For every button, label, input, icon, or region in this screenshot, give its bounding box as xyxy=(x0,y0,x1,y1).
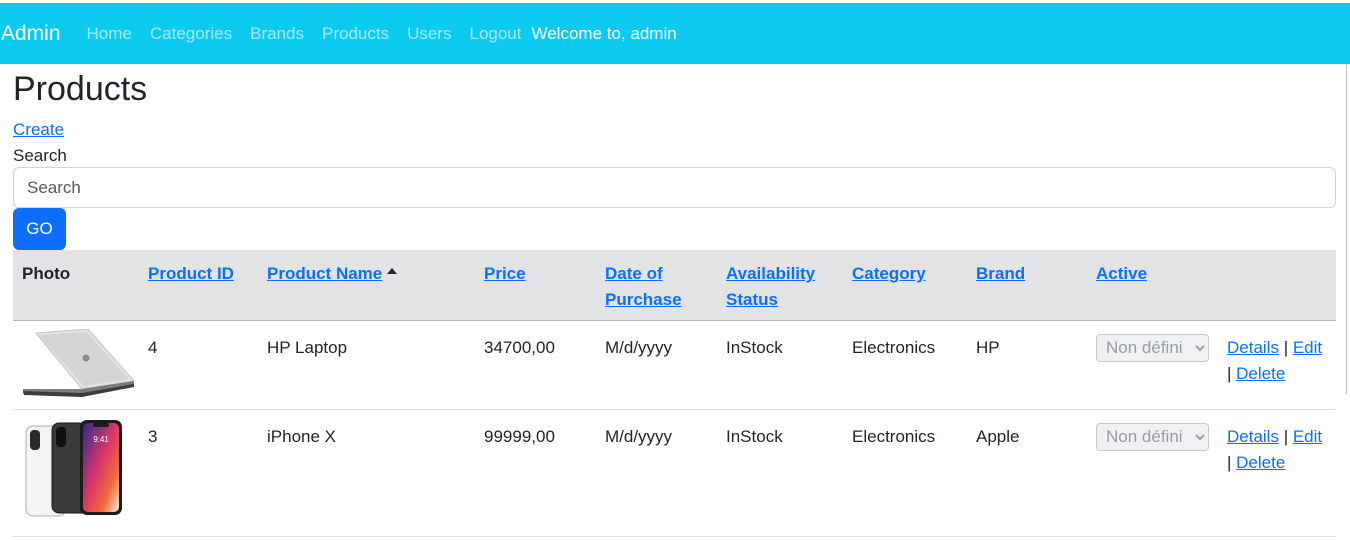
iphone-x-photo: 9:41 xyxy=(25,419,122,516)
welcome-text: Welcome to, admin xyxy=(531,23,677,43)
nav-link-categories[interactable]: Categories xyxy=(150,24,232,44)
actions-cell: Details | Edit | Delete xyxy=(1227,337,1323,383)
date-cell: M/d/yyyy xyxy=(605,337,673,357)
brand-cell: HP xyxy=(976,337,1000,357)
category-cell: Electronics xyxy=(852,337,936,357)
edit-link[interactable]: Edit xyxy=(1293,427,1322,446)
top-navbar: Admin Home Categories Brands Products Us… xyxy=(0,3,1350,64)
delete-link[interactable]: Delete xyxy=(1236,364,1285,383)
price-cell: 99999,00 xyxy=(484,426,555,446)
col-header-active[interactable]: Active xyxy=(1096,264,1147,283)
availability-cell: InStock xyxy=(726,426,783,446)
go-button[interactable]: GO xyxy=(13,208,66,250)
nav-link-brands[interactable]: Brands xyxy=(250,24,304,44)
col-header-date-of-purchase[interactable]: Date of Purchase xyxy=(605,264,682,309)
table-row: 4 HP Laptop 34700,00 M/d/yyyy InStock El… xyxy=(13,320,1336,409)
nav-link-logout[interactable]: Logout xyxy=(469,24,521,44)
search-input[interactable] xyxy=(13,167,1336,208)
actions-cell: Details | Edit | Delete xyxy=(1227,426,1323,472)
table-row: 9:41 3 iPhone X 99999,00 M/d/yyyy InStoc… xyxy=(13,409,1336,536)
details-link[interactable]: Details xyxy=(1227,427,1279,446)
category-cell: Electronics xyxy=(852,426,936,446)
availability-cell: InStock xyxy=(726,337,783,357)
delete-link[interactable]: Delete xyxy=(1236,453,1285,472)
col-header-product-name[interactable]: Product Name xyxy=(267,264,382,283)
active-select[interactable]: Non défini xyxy=(1096,422,1209,451)
create-link[interactable]: Create xyxy=(13,120,64,140)
products-table: Photo Product ID Product Name Price Date… xyxy=(13,250,1336,537)
brand-link[interactable]: Admin xyxy=(1,22,61,46)
product-name-cell: iPhone X xyxy=(267,426,336,446)
svg-text:9:41: 9:41 xyxy=(93,435,109,444)
col-header-actions xyxy=(1218,250,1336,320)
nav-link-users[interactable]: Users xyxy=(407,24,451,44)
hp-laptop-photo xyxy=(23,327,135,397)
sort-ascending-icon xyxy=(387,267,398,274)
col-header-product-id[interactable]: Product ID xyxy=(148,264,234,283)
details-link[interactable]: Details xyxy=(1227,338,1279,357)
table-header-row: Photo Product ID Product Name Price Date… xyxy=(13,250,1336,320)
edit-link[interactable]: Edit xyxy=(1293,338,1322,357)
active-select[interactable]: Non défini xyxy=(1096,333,1209,362)
price-cell: 34700,00 xyxy=(484,337,555,357)
nav-link-home[interactable]: Home xyxy=(87,24,132,44)
product-id-cell: 3 xyxy=(148,426,158,446)
product-name-cell: HP Laptop xyxy=(267,337,348,357)
col-header-availability-status[interactable]: Availability Status xyxy=(726,264,815,309)
search-label: Search xyxy=(13,146,67,165)
col-header-price[interactable]: Price xyxy=(484,264,526,283)
col-header-category[interactable]: Category xyxy=(852,264,926,283)
date-cell: M/d/yyyy xyxy=(605,426,673,446)
col-header-photo: Photo xyxy=(22,264,71,283)
col-header-brand[interactable]: Brand xyxy=(976,264,1025,283)
product-id-cell: 4 xyxy=(148,337,158,357)
brand-cell: Apple xyxy=(976,426,1020,446)
window-divider xyxy=(1346,64,1347,394)
page-title: Products xyxy=(13,70,148,108)
nav-link-products[interactable]: Products xyxy=(322,24,389,44)
